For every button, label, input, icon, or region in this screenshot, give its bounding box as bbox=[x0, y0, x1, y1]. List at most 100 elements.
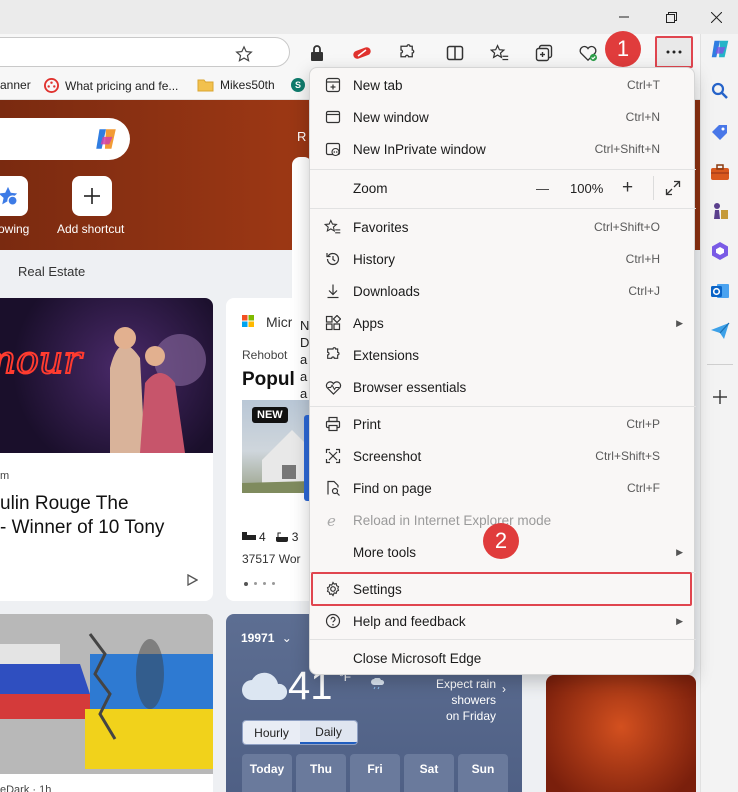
sidebar-divider bbox=[707, 364, 733, 365]
bookmark-item[interactable]: anner bbox=[0, 78, 31, 92]
menu-item-apps[interactable]: Apps ▶ bbox=[310, 307, 696, 339]
bookmark-item[interactable]: S bbox=[291, 78, 305, 92]
pill-extension-icon[interactable] bbox=[351, 42, 373, 64]
image-card-partial[interactable] bbox=[546, 675, 696, 792]
partial-letter: D bbox=[300, 335, 310, 350]
card-title: ulin Rouge The - Winner of 10 Tony bbox=[0, 492, 164, 540]
sharepoint-icon: S bbox=[291, 78, 305, 92]
menu-label: New InPrivate window bbox=[353, 141, 486, 157]
chevron-right-icon: ▶ bbox=[676, 317, 683, 328]
search-icon[interactable] bbox=[709, 80, 731, 102]
bookmark-item[interactable]: Mikes50th bbox=[197, 78, 275, 92]
extensions-icon bbox=[324, 346, 342, 364]
screenshot-icon bbox=[324, 447, 342, 465]
favorite-star-icon[interactable] bbox=[235, 45, 253, 63]
games-chess-icon[interactable] bbox=[709, 200, 731, 222]
menu-item-extensions[interactable]: Extensions bbox=[310, 339, 696, 371]
partial-letter: N bbox=[300, 318, 310, 333]
add-icon[interactable] bbox=[709, 386, 731, 408]
shortcut-label: owing bbox=[0, 222, 30, 236]
restore-icon[interactable] bbox=[656, 6, 686, 28]
day-tile[interactable]: Thu bbox=[296, 754, 346, 792]
outlook-icon[interactable] bbox=[709, 280, 731, 302]
menu-item-browser-essentials[interactable]: Browser essentials bbox=[310, 371, 696, 403]
collections-icon[interactable] bbox=[533, 42, 555, 64]
minimize-icon[interactable] bbox=[609, 6, 639, 28]
menu-divider bbox=[310, 406, 696, 407]
zoom-out-button[interactable]: — bbox=[536, 181, 549, 196]
menu-item-history[interactable]: History Ctrl+H bbox=[310, 243, 696, 275]
tab-hourly[interactable]: Hourly bbox=[243, 721, 300, 744]
ie-icon: e bbox=[324, 511, 342, 529]
menu-item-help-and-feedback[interactable]: Help and feedback ▶ bbox=[310, 605, 696, 637]
play-icon[interactable] bbox=[186, 574, 198, 586]
menu-item-screenshot[interactable]: Screenshot Ctrl+Shift+S bbox=[310, 440, 696, 472]
menu-item-find-on-page[interactable]: Find on page Ctrl+F bbox=[310, 472, 696, 504]
tab-daily[interactable]: Daily bbox=[300, 721, 357, 744]
news-card[interactable]: mour m ulin Rouge The - Winner of 10 Ton… bbox=[0, 298, 213, 601]
shortcut-tile[interactable] bbox=[0, 176, 28, 216]
microsoft365-icon[interactable] bbox=[709, 240, 731, 262]
apps-icon bbox=[324, 314, 342, 332]
menu-item-new-window[interactable]: New window Ctrl+N bbox=[310, 101, 696, 133]
extensions-icon[interactable] bbox=[396, 42, 418, 64]
day-tile[interactable]: Sun bbox=[458, 754, 508, 792]
card-source: m bbox=[0, 470, 10, 482]
day-tile[interactable]: Sat bbox=[404, 754, 454, 792]
address-bar[interactable] bbox=[0, 37, 290, 67]
fullscreen-icon[interactable] bbox=[665, 180, 681, 196]
menu-label: Apps bbox=[353, 315, 384, 331]
close-icon[interactable] bbox=[701, 6, 731, 28]
menu-item-favorites[interactable]: Favorites Ctrl+Shift+O bbox=[310, 211, 696, 243]
menu-label: New window bbox=[353, 109, 429, 125]
tools-briefcase-icon[interactable] bbox=[709, 161, 731, 183]
menu-shortcut: Ctrl+F bbox=[627, 481, 660, 495]
zoom-divider bbox=[653, 176, 654, 200]
bookmark-label: Mikes50th bbox=[220, 78, 275, 92]
partial-letter: a bbox=[300, 369, 308, 384]
zoom-in-button[interactable]: + bbox=[622, 177, 633, 199]
add-shortcut-button[interactable] bbox=[72, 176, 112, 216]
split-screen-icon[interactable] bbox=[444, 42, 466, 64]
menu-item-print[interactable]: Print Ctrl+P bbox=[310, 408, 696, 440]
chevron-right-icon[interactable]: › bbox=[502, 682, 506, 696]
shopping-tag-icon[interactable] bbox=[709, 121, 731, 143]
web-search-box[interactable] bbox=[0, 118, 130, 160]
weather-location[interactable]: 19971 ⌄ bbox=[241, 631, 292, 645]
menu-label: New tab bbox=[353, 77, 403, 93]
send-telegram-icon[interactable] bbox=[709, 320, 731, 342]
carousel-dot[interactable] bbox=[244, 582, 248, 586]
menu-label: Browser essentials bbox=[353, 379, 467, 395]
copilot-icon[interactable] bbox=[92, 126, 120, 152]
menu-divider bbox=[310, 639, 696, 640]
zoom-value: 100% bbox=[570, 180, 604, 196]
lock-icon[interactable] bbox=[306, 42, 328, 64]
chevron-down-icon: ⌄ bbox=[281, 631, 292, 645]
print-icon bbox=[324, 415, 342, 433]
menu-item-new-inprivate-window[interactable]: New InPrivate window Ctrl+Shift+N bbox=[310, 133, 696, 165]
carousel-dot[interactable] bbox=[272, 582, 275, 585]
carousel-dots[interactable] bbox=[244, 582, 275, 586]
menu-item-new-tab[interactable]: New tab Ctrl+T bbox=[310, 69, 696, 101]
bed-icon bbox=[242, 532, 256, 540]
day-tile[interactable]: Fri bbox=[350, 754, 400, 792]
weather-days: Today Thu Fri Sat Sun bbox=[242, 754, 508, 792]
carousel-dot[interactable] bbox=[263, 582, 266, 585]
favorites-bar-icon[interactable] bbox=[489, 42, 511, 64]
menu-label: Print bbox=[353, 416, 381, 432]
menu-item-downloads[interactable]: Downloads Ctrl+J bbox=[310, 275, 696, 307]
settings-and-more-button[interactable] bbox=[655, 36, 693, 68]
news-card[interactable]: eDark · 1h bbox=[0, 614, 213, 792]
bookmark-label: What pricing and fe... bbox=[65, 78, 179, 93]
nav-item-real-estate[interactable]: Real Estate bbox=[18, 264, 85, 279]
svg-text:mour: mour bbox=[0, 338, 84, 382]
weather-tabs: Hourly Daily bbox=[242, 720, 358, 745]
browser-essentials-icon[interactable] bbox=[577, 42, 599, 64]
menu-item-zoom: Zoom — 100% + bbox=[310, 172, 696, 204]
copilot-icon[interactable] bbox=[709, 38, 731, 60]
menu-item-close-microsoft-edge[interactable]: Close Microsoft Edge bbox=[310, 642, 696, 674]
beds-baths: 4 3 bbox=[242, 530, 298, 544]
day-tile[interactable]: Today bbox=[242, 754, 292, 792]
carousel-dot[interactable] bbox=[254, 582, 257, 585]
bookmark-item[interactable]: What pricing and fe... bbox=[44, 78, 178, 93]
